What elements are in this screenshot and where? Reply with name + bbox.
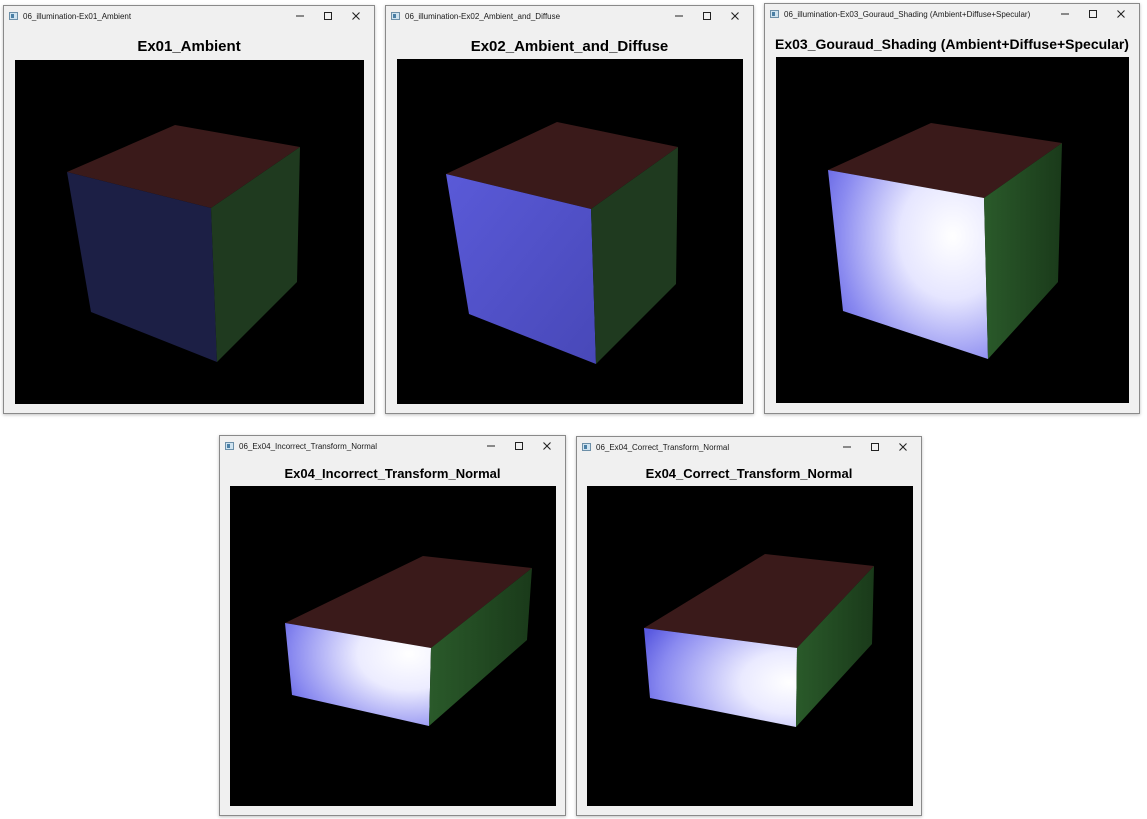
- window-heading: Ex04_Incorrect_Transform_Normal: [284, 466, 501, 481]
- minimize-button[interactable]: [665, 7, 693, 25]
- app-icon: [9, 12, 18, 20]
- render-viewport[interactable]: [587, 486, 913, 806]
- title-bar[interactable]: 06_illumination-Ex03_Gouraud_Shading (Am…: [765, 4, 1139, 24]
- maximize-icon: [324, 12, 332, 20]
- window-ex04-correct: 06_Ex04_Correct_Transform_Normal Ex04_Co…: [576, 436, 922, 816]
- window-title: 06_illumination-Ex03_Gouraud_Shading (Am…: [784, 9, 1031, 19]
- minimize-button[interactable]: [477, 437, 505, 455]
- minimize-button[interactable]: [1051, 5, 1079, 23]
- app-icon: [582, 443, 591, 451]
- maximize-icon: [1089, 10, 1097, 18]
- window-title: 06_illumination-Ex02_Ambient_and_Diffuse: [405, 11, 561, 21]
- close-icon: [543, 442, 551, 450]
- maximize-button[interactable]: [314, 7, 342, 25]
- minimize-icon: [296, 15, 304, 17]
- rendered-box: [285, 556, 532, 726]
- title-bar[interactable]: 06_Ex04_Correct_Transform_Normal: [577, 437, 921, 457]
- rendered-cube: [67, 125, 300, 362]
- close-button[interactable]: [342, 7, 370, 25]
- maximize-button[interactable]: [861, 438, 889, 456]
- close-button[interactable]: [889, 438, 917, 456]
- window-title: 06_illumination-Ex01_Ambient: [23, 11, 132, 21]
- window-heading: Ex02_Ambient_and_Diffuse: [470, 38, 669, 55]
- render-viewport[interactable]: [15, 60, 364, 404]
- app-icon: [391, 12, 400, 20]
- maximize-icon: [515, 442, 523, 450]
- render-viewport[interactable]: [230, 486, 556, 806]
- window-ex02: 06_illumination-Ex02_Ambient_and_Diffuse…: [385, 5, 754, 414]
- close-icon: [731, 12, 739, 20]
- title-bar[interactable]: 06_illumination-Ex01_Ambient: [4, 6, 374, 26]
- window-ex03: 06_illumination-Ex03_Gouraud_Shading (Am…: [764, 3, 1140, 414]
- window-title: 06_Ex04_Correct_Transform_Normal: [596, 442, 730, 452]
- title-bar[interactable]: 06_illumination-Ex02_Ambient_and_Diffuse: [386, 6, 753, 26]
- close-button[interactable]: [1107, 5, 1135, 23]
- maximize-icon: [703, 12, 711, 20]
- close-icon: [1117, 10, 1125, 18]
- close-icon: [352, 12, 360, 20]
- window-heading: Ex04_Correct_Transform_Normal: [645, 466, 853, 481]
- minimize-icon: [675, 15, 683, 17]
- rendered-box: [644, 554, 874, 727]
- window-ex01: 06_illumination-Ex01_Ambient Ex01_Ambien…: [3, 5, 375, 414]
- app-icon: [770, 10, 779, 18]
- close-button[interactable]: [533, 437, 561, 455]
- maximize-button[interactable]: [693, 7, 721, 25]
- app-icon: [225, 442, 234, 450]
- maximize-icon: [871, 443, 879, 451]
- window-heading: Ex03_Gouraud_Shading (Ambient+Diffuse+Sp…: [775, 36, 1129, 52]
- minimize-icon: [487, 445, 495, 447]
- minimize-button[interactable]: [286, 7, 314, 25]
- maximize-button[interactable]: [1079, 5, 1107, 23]
- maximize-button[interactable]: [505, 437, 533, 455]
- render-viewport[interactable]: [776, 57, 1129, 403]
- window-title: 06_Ex04_Incorrect_Transform_Normal: [239, 441, 377, 451]
- title-bar[interactable]: 06_Ex04_Incorrect_Transform_Normal: [220, 436, 565, 456]
- rendered-cube: [828, 123, 1062, 359]
- window-ex04-incorrect: 06_Ex04_Incorrect_Transform_Normal Ex04_…: [219, 435, 566, 816]
- minimize-icon: [1061, 13, 1069, 15]
- cube-front-face: [828, 170, 988, 359]
- close-icon: [899, 443, 907, 451]
- window-heading: Ex01_Ambient: [137, 38, 241, 55]
- rendered-cube: [446, 122, 678, 364]
- minimize-icon: [843, 446, 851, 448]
- minimize-button[interactable]: [833, 438, 861, 456]
- close-button[interactable]: [721, 7, 749, 25]
- render-viewport[interactable]: [397, 59, 743, 404]
